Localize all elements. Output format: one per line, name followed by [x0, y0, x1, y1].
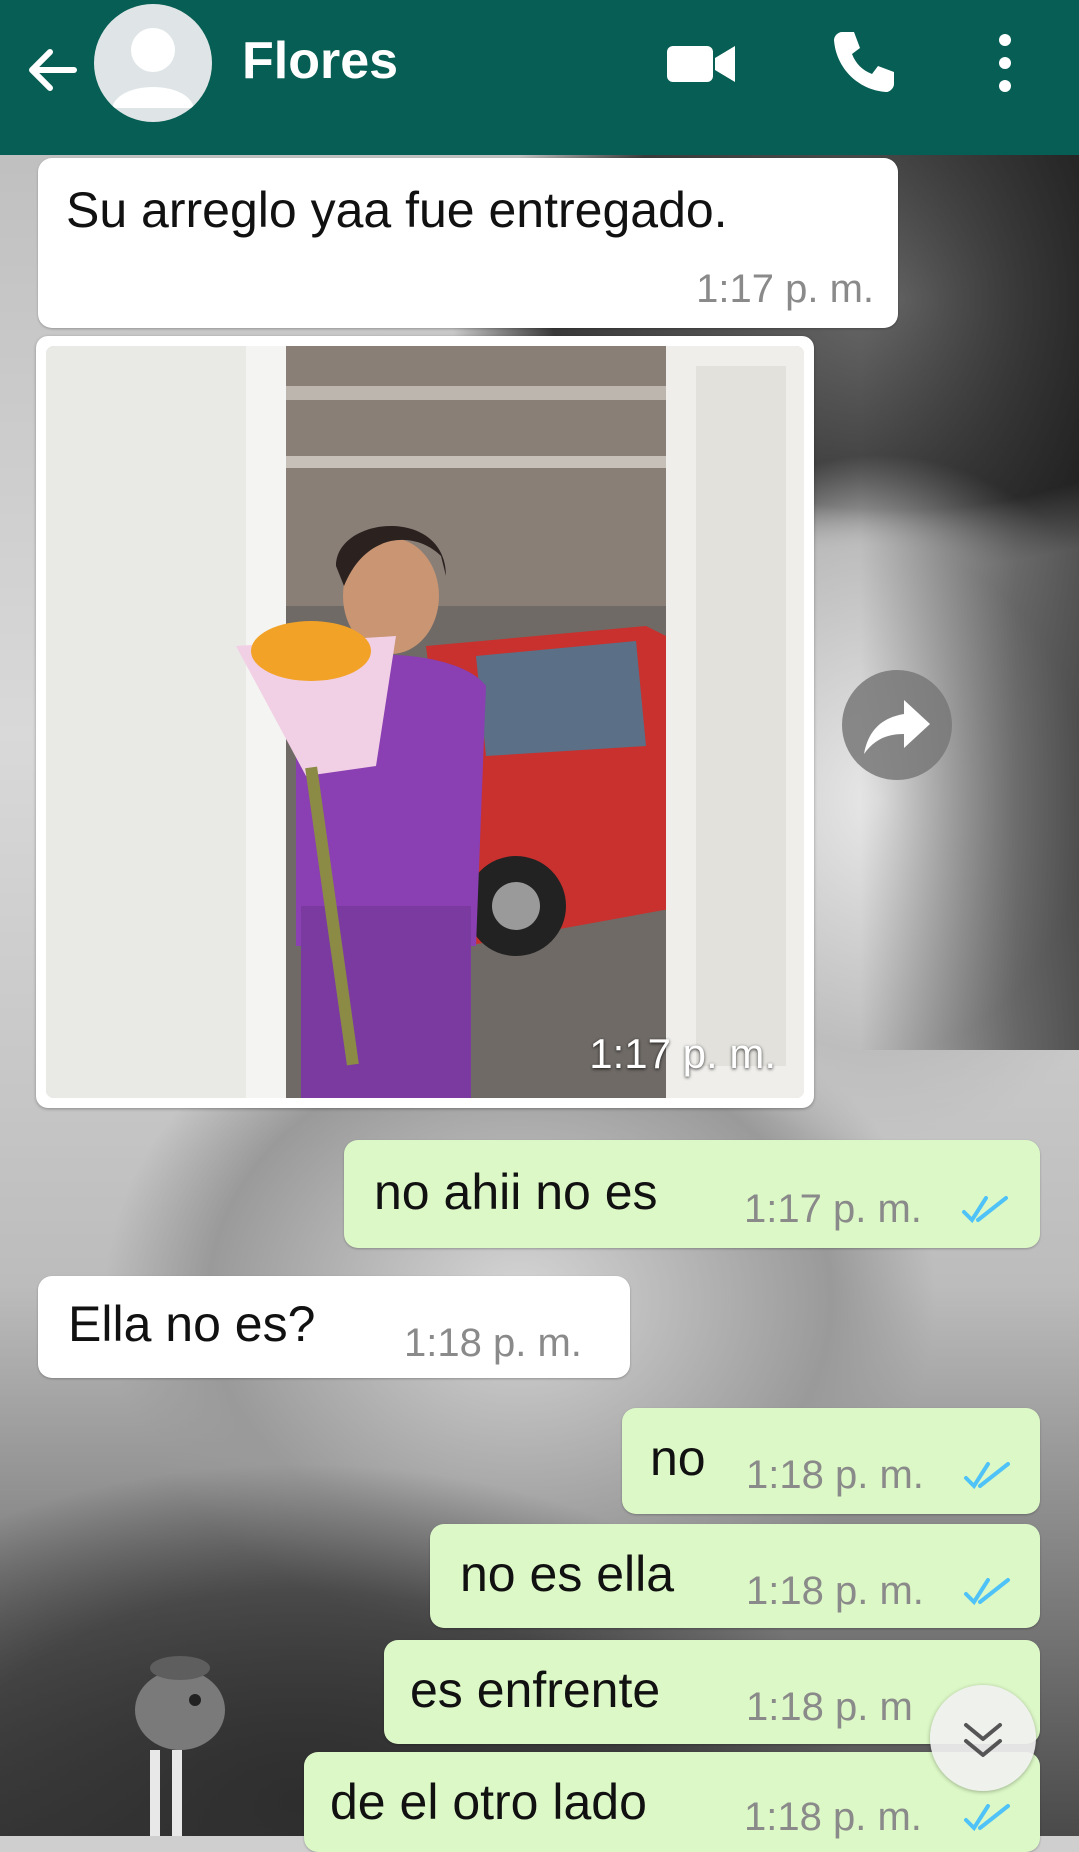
read-receipt-icon — [964, 1578, 1010, 1606]
default-avatar-icon — [112, 28, 194, 108]
delivered-photo[interactable]: 1:17 p. m. — [46, 346, 804, 1098]
message-text: Ella no es? — [68, 1296, 316, 1352]
message-text: no ahii no es — [374, 1164, 658, 1220]
message-text: no es ella — [460, 1546, 675, 1602]
message-outgoing[interactable]: no es ella 1:18 p. m. — [430, 1524, 1040, 1628]
avatar[interactable] — [94, 4, 212, 122]
message-text: de el otro lado — [330, 1774, 647, 1830]
message-time: 1:18 p. m. — [404, 1321, 582, 1365]
forward-share-icon — [864, 700, 930, 754]
message-text: es enfrente — [410, 1662, 661, 1718]
message-time: 1:18 p. m — [746, 1685, 913, 1729]
more-vertical-icon[interactable] — [990, 28, 1020, 98]
image-time: 1:17 p. m. — [589, 1030, 776, 1077]
video-camera-icon[interactable] — [665, 38, 737, 90]
message-text: no — [650, 1430, 706, 1486]
arrow-left-icon[interactable] — [22, 40, 82, 100]
read-receipt-icon — [962, 1196, 1008, 1224]
scroll-to-bottom-button[interactable] — [930, 1685, 1036, 1791]
phone-icon[interactable] — [828, 26, 898, 96]
forward-button[interactable] — [842, 670, 952, 780]
message-outgoing[interactable]: no ahii no es 1:17 p. m. — [344, 1140, 1040, 1248]
message-incoming[interactable]: Ella no es? 1:18 p. m. — [38, 1276, 630, 1378]
message-time: 1:18 p. m. — [744, 1795, 922, 1839]
bird-sticker-image — [135, 1656, 225, 1836]
read-receipt-icon — [964, 1804, 1010, 1832]
message-time: 1:18 p. m. — [746, 1453, 924, 1497]
message-outgoing[interactable]: no 1:18 p. m. — [622, 1408, 1040, 1514]
message-time: 1:17 p. m. — [744, 1187, 922, 1231]
message-incoming-image[interactable]: 1:17 p. m. — [36, 336, 814, 1108]
message-time: 1:17 p. m. — [696, 267, 874, 311]
chat-header: Flores — [0, 0, 1079, 155]
message-text: Su arreglo yaa fue entregado. — [66, 182, 728, 238]
message-time: 1:18 p. m. — [746, 1569, 924, 1613]
read-receipt-icon — [964, 1462, 1010, 1490]
chevron-double-down-icon — [964, 1723, 1002, 1757]
photo-woman-with-flowers — [46, 346, 804, 1098]
contact-name[interactable]: Flores — [242, 30, 398, 92]
message-incoming[interactable]: Su arreglo yaa fue entregado. 1:17 p. m. — [38, 158, 898, 328]
